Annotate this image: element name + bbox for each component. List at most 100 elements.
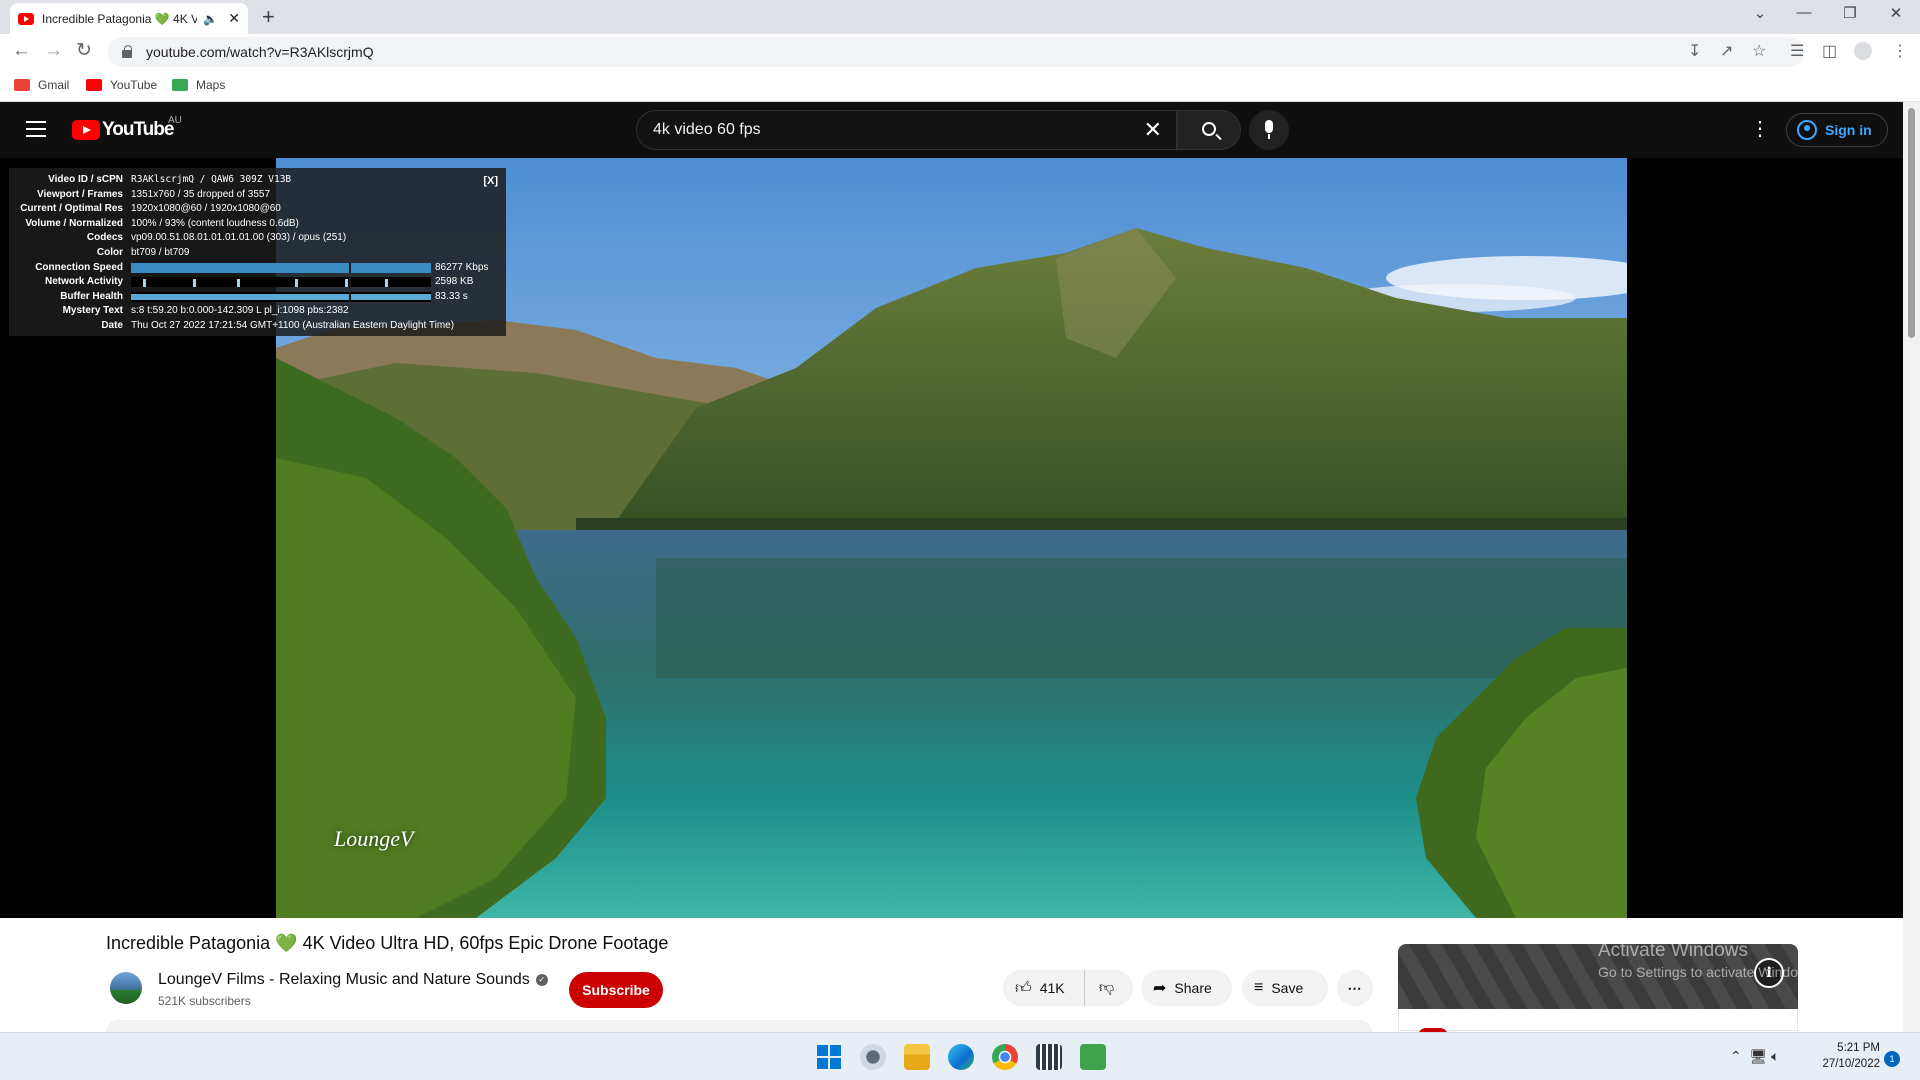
youtube-icon (86, 79, 102, 91)
stats-row: Video ID / sCPN R3AKlscrjmQ / QAW6 309Z … (9, 173, 506, 188)
stats-value: Thu Oct 27 2022 17:21:54 GMT+1100 (Austr… (131, 319, 455, 331)
scrollbar-thumb[interactable] (1908, 108, 1915, 338)
page-scrollbar[interactable] (1903, 102, 1920, 1032)
start-button[interactable] (816, 1044, 842, 1070)
task-manager-icon[interactable] (1036, 1044, 1062, 1070)
bookmark-star-icon[interactable]: ☆ (1752, 41, 1766, 61)
stats-label: Volume / Normalized (25, 217, 123, 229)
address-url[interactable]: youtube.com/watch?v=R3AKlscrjmQ (146, 44, 374, 60)
stats-close-button[interactable]: [X] (483, 174, 498, 189)
playlist-add-icon: ≡ (1254, 979, 1264, 996)
bookmark-youtube[interactable]: YouTube (86, 78, 157, 92)
stats-label: Viewport / Frames (37, 188, 123, 200)
green-heart-icon: 💚 (275, 933, 298, 953)
file-explorer-icon[interactable] (904, 1044, 930, 1070)
hamburger-menu-icon[interactable] (26, 121, 46, 137)
stats-for-nerds-panel: [X] Video ID / sCPN R3AKlscrjmQ / QAW6 3… (9, 168, 506, 336)
windows-taskbar: ⌃ 🖥︎ 🔈︎ 5:21 PM 27/10/2022 1 (0, 1032, 1920, 1080)
clear-search-icon[interactable]: ✕ (1144, 117, 1162, 143)
browser-tab-active[interactable]: Incredible Patagonia 💚 4K Video Ultra HD… (10, 3, 248, 34)
youtube-play-icon (72, 120, 100, 140)
reading-list-icon[interactable]: ☰ (1790, 41, 1804, 61)
stats-row: Buffer Health 83.33 s (9, 290, 506, 305)
share-page-icon[interactable]: ↗ (1720, 41, 1733, 61)
stats-label: Network Activity (45, 276, 123, 288)
system-tray-icons[interactable]: ⌃ 🖥︎ 🔈︎ (1730, 1048, 1780, 1065)
description-box[interactable] (106, 1020, 1372, 1032)
video-player[interactable]: LoungeV [X] Video ID / sCPN R3AKlscrjmQ … (0, 158, 1903, 918)
like-button[interactable]: 👍︎ 41K (1003, 970, 1085, 1006)
search-input[interactable]: 4k video 60 fps ✕ (636, 110, 1177, 150)
stats-row: Volume / Normalized 100% / 93% (content … (9, 217, 506, 232)
back-arrow-icon[interactable]: ← (12, 40, 31, 62)
country-code: AU (168, 115, 182, 126)
close-window-button[interactable]: ✕ (1881, 4, 1911, 22)
bookmark-maps[interactable]: Maps (172, 78, 225, 92)
reload-icon[interactable]: ↻ (76, 40, 92, 62)
chrome-browser-icon[interactable] (992, 1044, 1018, 1070)
connection-speed-graph (131, 262, 431, 273)
bookmark-gmail[interactable]: Gmail (14, 78, 69, 92)
stats-label: Color (96, 246, 123, 258)
stats-label: Codecs (86, 232, 123, 244)
stats-label: Buffer Health (60, 290, 123, 302)
share-arrow-icon: ➦ (1153, 980, 1167, 997)
account-icon (1797, 120, 1817, 140)
edge-browser-icon[interactable] (948, 1044, 974, 1070)
browser-toolbar: ← → ↻ youtube.com/watch?v=R3AKlscrjmQ ↧ … (0, 34, 1920, 70)
sign-in-button[interactable]: Sign in (1786, 113, 1888, 147)
stats-value: bt709 / bt709 (131, 246, 190, 258)
like-dislike-group: 👍︎ 41K 👎︎ (1003, 970, 1133, 1006)
stats-value: 2598 KB (435, 276, 474, 288)
channel-name-link[interactable]: LoungeV Films - Relaxing Music and Natur… (158, 971, 548, 989)
channel-name[interactable]: LoungeV Films - Relaxing Music and Natur… (158, 971, 530, 989)
tab-search-chevron-icon[interactable]: ⌄ (1745, 4, 1775, 22)
bookmark-label: YouTube (110, 78, 158, 92)
stats-row: Connection Speed 86277 Kbps (9, 261, 506, 276)
settings-dots-icon[interactable]: ⋮ (1750, 116, 1770, 142)
voice-search-button[interactable] (1249, 110, 1289, 150)
stats-label: Mystery Text (62, 305, 123, 317)
tab-audio-icon[interactable]: 🔈 (203, 12, 218, 26)
stats-value: 100% / 93% (content loudness 0.6dB) (131, 217, 299, 229)
search-query-text[interactable]: 4k video 60 fps (653, 121, 1144, 139)
bookmark-label: Maps (196, 78, 226, 92)
share-button[interactable]: ➦ Share (1141, 970, 1232, 1006)
search-button[interactable] (1177, 110, 1241, 150)
verified-check-icon: ✓ (535, 974, 548, 986)
profile-avatar-icon[interactable] (1854, 42, 1872, 60)
new-tab-button[interactable]: + (262, 5, 275, 29)
notification-badge[interactable]: 1 (1884, 1051, 1900, 1067)
save-button[interactable]: ≡ Save (1242, 970, 1328, 1006)
chrome-menu-icon[interactable]: ⋮ (1892, 41, 1908, 61)
channel-avatar[interactable] (110, 972, 142, 1004)
microphone-icon (1265, 120, 1273, 139)
dislike-button[interactable]: 👎︎ (1085, 979, 1114, 997)
clock-date: 27/10/2022 (1822, 1058, 1880, 1070)
video-title: Incredible Patagonia 💚 4K Video Ultra HD… (106, 933, 668, 954)
thumbs-up-icon: 👍︎ (1015, 979, 1032, 997)
install-app-icon[interactable]: ↧ (1688, 41, 1701, 61)
subscribe-button[interactable]: Subscribe (569, 972, 663, 1008)
youtube-logo[interactable]: YouTube AU (72, 115, 182, 141)
ad-card (1398, 1009, 1798, 1031)
tab-close-icon[interactable]: ✕ (228, 10, 240, 27)
address-bar[interactable]: youtube.com/watch?v=R3AKlscrjmQ (108, 37, 1804, 67)
bookmark-label: Gmail (38, 78, 70, 92)
green-app-icon[interactable] (1080, 1044, 1106, 1070)
tab-title: Incredible Patagonia 💚 4K Video Ultra HD (42, 11, 198, 26)
restore-button[interactable]: ❐ (1835, 4, 1865, 22)
side-panel-icon[interactable]: ◫ (1822, 41, 1837, 61)
stats-row: Codecs vp09.00.51.08.01.01.01.01.00 (303… (9, 231, 506, 246)
stats-value: R3AKlscrjmQ / QAW6 309Z V13B (131, 174, 292, 185)
clock-time: 5:21 PM (1837, 1042, 1880, 1054)
video-title-part: Incredible Patagonia (106, 933, 271, 953)
activate-title: Activate Windows (1598, 940, 1748, 961)
minimize-button[interactable]: — (1789, 4, 1819, 21)
taskbar-clock[interactable]: 5:21 PM 27/10/2022 (1816, 1040, 1880, 1072)
forward-arrow-icon[interactable]: → (44, 40, 63, 62)
more-actions-button[interactable]: ⋯ (1337, 970, 1373, 1006)
lock-icon[interactable] (122, 45, 132, 58)
settings-gear-icon[interactable] (860, 1044, 886, 1070)
activate-windows-watermark: Activate Windows Go to Settings to activ… (1598, 940, 1819, 980)
